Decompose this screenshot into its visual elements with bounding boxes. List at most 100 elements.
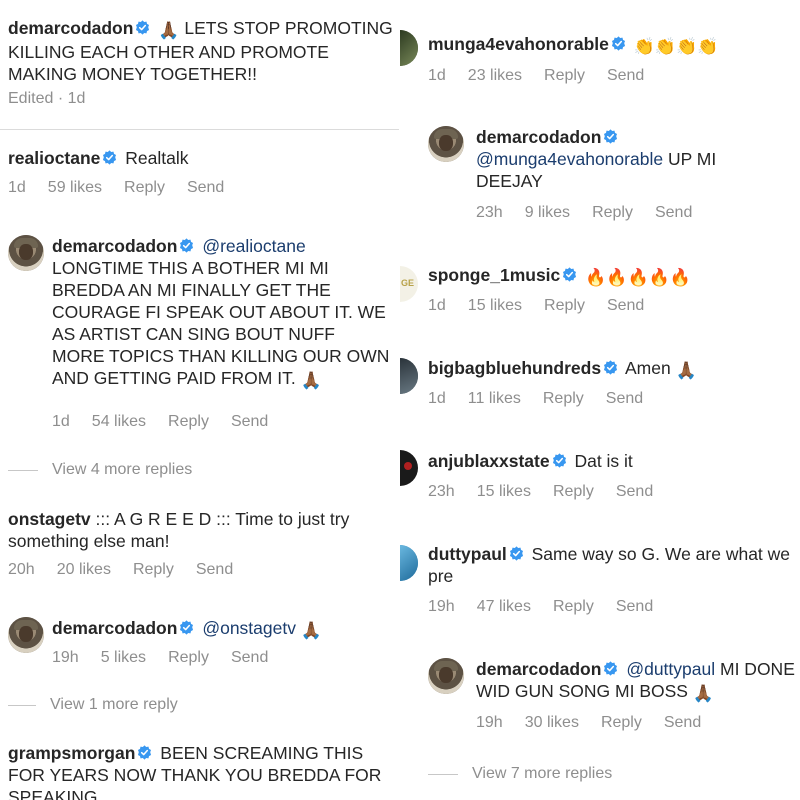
edited-label: Edited · 1d (8, 90, 86, 107)
likes-count[interactable]: 11 likes (468, 390, 521, 408)
username[interactable]: bigbagbluehundreds (428, 358, 601, 378)
reply-button[interactable]: Reply (544, 67, 585, 85)
likes-count[interactable]: 9 likes (525, 204, 570, 222)
send-button[interactable]: Send (607, 297, 644, 315)
verified-badge-icon (135, 20, 150, 35)
send-button[interactable]: Send (616, 483, 653, 501)
view-more-replies-button[interactable]: View 7 more replies (428, 765, 612, 783)
username[interactable]: onstagetv (8, 509, 91, 529)
comment: realioctane Realtalk (8, 147, 398, 169)
avatar[interactable] (400, 450, 418, 486)
comment-meta: 20h 20 likes Reply Send (8, 561, 255, 579)
username[interactable]: realioctane (8, 148, 100, 168)
praying-hands-emoji: 🙏🏾 (300, 621, 323, 640)
username[interactable]: grampsmorgan (8, 743, 135, 763)
divider (0, 129, 400, 130)
reply-button[interactable]: Reply (168, 413, 209, 431)
verified-badge-icon (611, 36, 626, 51)
mention-link[interactable]: @realioctane (202, 236, 305, 256)
comment: grampsmorgan BEEN SCREAMING THIS FOR YEA… (8, 742, 388, 800)
verified-badge-icon (509, 546, 524, 561)
likes-count[interactable]: 30 likes (525, 714, 579, 732)
username[interactable]: demarcodadon (52, 618, 177, 638)
view-more-label: View 4 more replies (52, 461, 193, 478)
praying-hands-emoji: 🙏🏾 (158, 21, 180, 40)
comment: duttypaul Same way so G. We are what we … (428, 543, 800, 587)
username[interactable]: munga4evahonorable (428, 34, 609, 54)
view-more-replies-button[interactable]: View 1 more reply (8, 696, 178, 714)
view-more-line (8, 469, 38, 471)
praying-hands-emoji: 🙏🏾 (692, 684, 715, 703)
send-button[interactable]: Send (616, 598, 653, 616)
reply-button[interactable]: Reply (553, 598, 594, 616)
send-button[interactable]: Send (231, 649, 268, 667)
verified-badge-icon (179, 620, 194, 635)
reply-button[interactable]: Reply (543, 390, 584, 408)
reply-button[interactable]: Reply (553, 483, 594, 501)
likes-count[interactable]: 54 likes (92, 413, 146, 431)
send-button[interactable]: Send (196, 561, 233, 579)
likes-count[interactable]: 15 likes (477, 483, 531, 501)
view-more-label: View 1 more reply (50, 696, 178, 713)
comment-meta: 1d 59 likes Reply Send (8, 179, 246, 197)
verified-badge-icon (102, 150, 117, 165)
mention-link[interactable]: @duttypaul (626, 659, 715, 679)
view-more-line (428, 773, 458, 775)
send-button[interactable]: Send (664, 714, 701, 732)
likes-count[interactable]: 59 likes (48, 179, 102, 197)
left-comments-panel: demarcodadon 🙏🏾 LETS STOP PROMOTING KILL… (0, 0, 400, 800)
send-button[interactable]: Send (187, 179, 224, 197)
avatar[interactable]: GE (400, 266, 418, 302)
send-button[interactable]: Send (606, 390, 643, 408)
likes-count[interactable]: 23 likes (468, 67, 522, 85)
reply-comment: demarcodadon @duttypaul MI DONE WID GUN … (476, 658, 800, 704)
reply-button[interactable]: Reply (544, 297, 585, 315)
reply-button[interactable]: Reply (592, 204, 633, 222)
avatar[interactable] (8, 235, 44, 271)
reply-button[interactable]: Reply (133, 561, 174, 579)
username[interactable]: duttypaul (428, 544, 507, 564)
reply-comment: demarcodadon @onstagetv 🙏🏾 (52, 617, 392, 641)
avatar[interactable] (400, 545, 418, 581)
avatar[interactable] (8, 617, 44, 653)
comment: anjublaxxstate Dat is it (428, 450, 798, 472)
view-more-line (8, 704, 36, 706)
mention-link[interactable]: @onstagetv (202, 618, 296, 638)
send-button[interactable]: Send (231, 413, 268, 431)
praying-hands-emoji: 🙏🏾 (675, 361, 697, 380)
username[interactable]: anjublaxxstate (428, 451, 550, 471)
username[interactable]: demarcodadon (8, 18, 133, 38)
avatar[interactable] (428, 658, 464, 694)
timestamp: 23h (428, 483, 455, 500)
username[interactable]: sponge_1music (428, 265, 560, 285)
comment-meta: 23h 9 likes Reply Send (476, 204, 714, 222)
likes-count[interactable]: 47 likes (477, 598, 531, 616)
avatar[interactable] (428, 126, 464, 162)
reply-button[interactable]: Reply (124, 179, 165, 197)
comment-meta: 1d 23 likes Reply Send (428, 67, 666, 85)
comment-meta: 1d 15 likes Reply Send (428, 297, 666, 315)
username[interactable]: demarcodadon (52, 236, 177, 256)
timestamp: 19h (52, 649, 79, 666)
avatar[interactable] (400, 30, 418, 66)
reply-button[interactable]: Reply (168, 649, 209, 667)
send-button[interactable]: Send (607, 67, 644, 85)
timestamp: 20h (8, 561, 35, 578)
send-button[interactable]: Send (655, 204, 692, 222)
reply-comment: demarcodadon @munga4evahonorable UP MI D… (476, 126, 776, 192)
avatar[interactable] (400, 358, 418, 394)
verified-badge-icon (603, 129, 618, 144)
fire-emoji: 🔥🔥🔥🔥🔥 (585, 268, 691, 287)
timestamp: 1d (428, 67, 446, 84)
timestamp: 1d (428, 390, 446, 407)
comment-text: LONGTIME THIS A BOTHER MI MI BREDDA AN M… (52, 258, 390, 388)
reply-button[interactable]: Reply (601, 714, 642, 732)
username[interactable]: demarcodadon (476, 127, 601, 147)
likes-count[interactable]: 15 likes (468, 297, 522, 315)
mention-link[interactable]: @munga4evahonorable (476, 149, 663, 169)
username[interactable]: demarcodadon (476, 659, 601, 679)
likes-count[interactable]: 5 likes (101, 649, 146, 667)
likes-count[interactable]: 20 likes (57, 561, 111, 579)
verified-badge-icon (552, 453, 567, 468)
view-more-replies-button[interactable]: View 4 more replies (8, 461, 192, 479)
